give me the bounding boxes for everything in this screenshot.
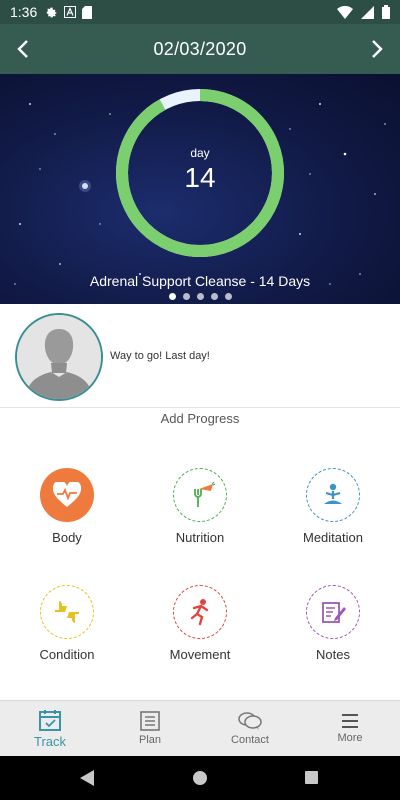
date-header: 02/03/2020 <box>0 24 400 74</box>
notes-tile[interactable]: Notes <box>278 585 388 675</box>
condition-label: Condition <box>39 647 95 662</box>
nav-contact[interactable]: Contact <box>200 701 300 756</box>
nav-track[interactable]: Track <box>0 701 100 756</box>
nav-contact-label: Contact <box>231 734 269 746</box>
bottom-navigation: Track Plan Contact More <box>0 700 400 756</box>
calendar-check-icon <box>39 709 61 731</box>
nav-plan[interactable]: Plan <box>100 701 200 756</box>
list-icon <box>140 711 160 731</box>
nav-more[interactable]: More <box>300 701 400 756</box>
previous-day-button[interactable] <box>10 36 36 62</box>
current-date: 02/03/2020 <box>153 38 247 59</box>
sd-card-icon <box>82 5 93 19</box>
day-number: 14 <box>184 162 216 193</box>
add-progress-title: Add Progress <box>160 411 240 426</box>
next-day-button[interactable] <box>364 36 390 62</box>
carousel-indicator[interactable] <box>0 293 400 300</box>
font-icon <box>64 6 77 18</box>
chevron-left-icon <box>17 40 28 58</box>
body-label: Body <box>52 530 82 545</box>
carousel-dot[interactable] <box>210 293 218 300</box>
heart-pulse-icon <box>40 468 94 522</box>
home-icon[interactable] <box>193 771 207 785</box>
meditation-label: Meditation <box>303 530 363 545</box>
person-silhouette-icon <box>17 315 101 399</box>
recents-icon[interactable] <box>305 771 318 784</box>
thumbs-up-down-icon <box>40 585 94 639</box>
status-time: 1:36 <box>10 4 38 20</box>
carousel-dot[interactable] <box>182 293 190 300</box>
movement-label: Movement <box>169 647 231 662</box>
nav-track-label: Track <box>33 733 67 749</box>
plan-title: Adrenal Support Cleanse - 14 Days <box>89 273 311 289</box>
chevron-right-icon <box>372 40 383 58</box>
notes-label: Notes <box>316 647 350 662</box>
avatar[interactable] <box>15 313 103 401</box>
wifi-icon <box>337 5 353 19</box>
gear-icon <box>46 7 57 17</box>
carousel-dot[interactable] <box>168 293 176 300</box>
hamburger-icon <box>342 714 358 728</box>
notes-pencil-icon <box>306 585 360 639</box>
system-navigation-bar <box>0 756 400 800</box>
running-icon <box>173 585 227 639</box>
chat-bubbles-icon <box>238 712 262 730</box>
nav-more-label: More <box>337 732 363 744</box>
nutrition-label: Nutrition <box>175 530 225 545</box>
movement-tile[interactable]: Movement <box>145 585 255 675</box>
day-label: day <box>190 146 210 160</box>
body-tile[interactable]: Body <box>12 468 122 558</box>
back-icon[interactable] <box>80 770 94 786</box>
carousel-dot[interactable] <box>196 293 204 300</box>
profile-card: Way to go! Last day! <box>0 304 400 408</box>
status-bar: 1:36 <box>0 0 400 24</box>
battery-icon <box>382 5 390 19</box>
signal-icon <box>361 5 374 19</box>
plan-progress-banner[interactable]: day 14 Adrenal Support Cleanse - 14 Days <box>0 74 400 304</box>
meditation-tile[interactable]: Meditation <box>278 468 388 558</box>
meditation-icon <box>306 468 360 522</box>
nutrition-tile[interactable]: Nutrition <box>145 468 255 558</box>
encouragement-message: Way to go! Last day! <box>110 350 210 362</box>
condition-tile[interactable]: Condition <box>12 585 122 675</box>
carousel-dot[interactable] <box>224 293 232 300</box>
nav-plan-label: Plan <box>138 734 162 746</box>
fork-carrot-icon <box>173 468 227 522</box>
